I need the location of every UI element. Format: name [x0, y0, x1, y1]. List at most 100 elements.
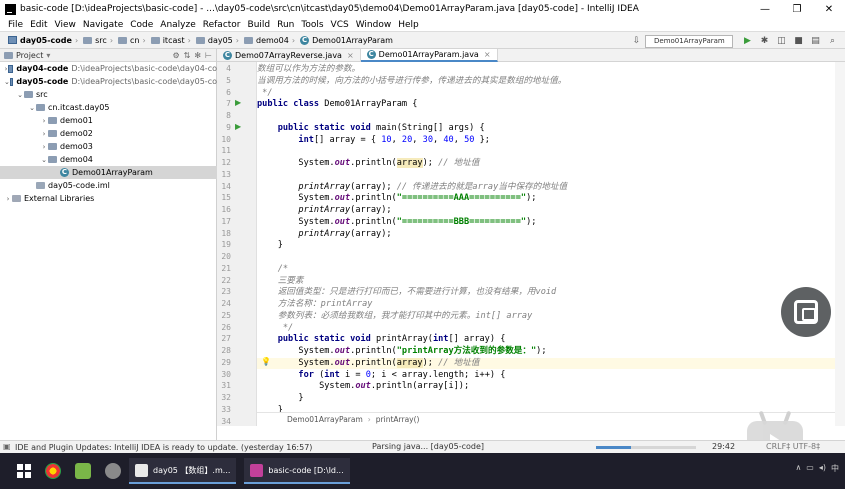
menu-item-refactor[interactable]: Refactor	[203, 20, 241, 30]
nav-crumb[interactable]: day05 ›	[195, 36, 242, 45]
tree-item[interactable]: › External Libraries	[0, 192, 217, 205]
tree-item[interactable]: › demo03	[0, 140, 217, 153]
tools-icon[interactable]	[105, 463, 121, 479]
search-everywhere-icon[interactable]: ⌕	[827, 36, 838, 47]
code-line[interactable]: 返回值类型：只是进行打印而已，不需要进行计算，也没有结果，用void	[257, 287, 557, 298]
editor-tab[interactable]: C Demo01ArrayParam.java ×	[360, 49, 498, 62]
windows-start-icon[interactable]	[17, 464, 31, 478]
build-hammer-icon[interactable]: ⇩	[631, 36, 642, 47]
project-structure-icon[interactable]: ▤	[810, 36, 821, 47]
code-line[interactable]: */	[257, 323, 293, 334]
caret-position[interactable]: 29:42	[712, 442, 735, 451]
intention-bulb-icon[interactable]: 💡	[261, 357, 271, 366]
menu-item-analyze[interactable]: Analyze	[160, 20, 195, 30]
status-toggle-icon[interactable]: ▣	[3, 442, 11, 451]
menu-item-view[interactable]: View	[55, 20, 76, 30]
collapse-icon[interactable]: ⇅	[184, 51, 191, 60]
tree-item[interactable]: day05-code.iml	[0, 179, 217, 192]
editor-tab[interactable]: C Demo07ArrayReverse.java ×	[217, 49, 361, 62]
chrome-icon[interactable]	[45, 463, 61, 479]
close-tab-icon[interactable]: ×	[347, 51, 354, 60]
code-line[interactable]: System.out.println(array); // 地址值	[257, 158, 479, 169]
nav-crumb[interactable]: day05-code ›	[8, 36, 81, 45]
menu-item-build[interactable]: Build	[248, 20, 271, 30]
minimize-button[interactable]: —	[749, 0, 781, 18]
code-line[interactable]: System.out.println(array[i]);	[257, 381, 469, 392]
chevron-down-icon[interactable]: ⌄	[28, 104, 36, 112]
code-line[interactable]: System.out.println("==========BBB=======…	[257, 217, 536, 228]
code-editor[interactable]: 4 5 6 7 ▶ 8 9 ▶ 10 11 12 13 14 15 16 17 18 19 20 21 22 23 24 25…	[217, 62, 845, 426]
coverage-icon[interactable]: ◫	[776, 36, 787, 47]
code-line[interactable]: 数组可以作为方法的参数。	[257, 64, 360, 75]
menu-item-code[interactable]: Code	[130, 20, 153, 30]
code-line[interactable]: int[] array = { 10, 20, 30, 40, 50 };	[257, 135, 490, 146]
chevron-right-icon[interactable]: ›	[40, 117, 48, 125]
chevron-right-icon[interactable]: ›	[40, 143, 48, 151]
file-encoding[interactable]: CRLF‡ UTF-8‡	[766, 442, 820, 451]
code-line[interactable]: public static void main(String[] args) {	[257, 123, 485, 134]
menu-item-navigate[interactable]: Navigate	[83, 20, 123, 30]
taskbar-task[interactable]: basic-code [D:\Id...	[244, 458, 350, 484]
tray-arrow-icon[interactable]: ∧	[795, 463, 801, 474]
tree-item[interactable]: ⌄ src	[0, 88, 217, 101]
nav-crumb[interactable]: demo04 ›	[243, 36, 298, 45]
chevron-right-icon[interactable]: ›	[4, 195, 12, 203]
code-line[interactable]: }	[257, 393, 303, 404]
breadcrumb-class[interactable]: Demo01ArrayParam	[287, 415, 363, 424]
tree-item[interactable]: ⌄ demo04	[0, 153, 217, 166]
run-gutter-icon[interactable]: ▶	[235, 98, 241, 107]
nav-crumb[interactable]: itcast ›	[150, 36, 194, 45]
debug-icon[interactable]: ✱	[759, 36, 770, 47]
run-icon[interactable]: ▶	[742, 36, 753, 47]
menu-item-run[interactable]: Run	[277, 20, 294, 30]
tree-item[interactable]: ⌄ cn.itcast.day05	[0, 101, 217, 114]
run-configuration-select[interactable]: Demo01ArrayParam	[645, 34, 733, 48]
notepad-icon[interactable]	[75, 463, 91, 479]
code-line[interactable]: public class Demo01ArrayParam {	[257, 99, 417, 110]
code-line[interactable]: 参数列表：必须给我数组，我才能打印其中的元素。int[] array	[257, 311, 533, 322]
code-line[interactable]: /*	[257, 264, 288, 275]
code-line[interactable]: printArray(array);	[257, 205, 391, 216]
code-line[interactable]: printArray(array);	[257, 229, 391, 240]
tree-item[interactable]: ⌄ day05-code D:\ideaProjects\basic-code\da…	[0, 75, 217, 88]
nav-crumb[interactable]: C Demo01ArrayParam	[300, 35, 393, 45]
code-line[interactable]: for (int i = 0; i < array.length; i++) {	[257, 370, 505, 381]
taskbar-task[interactable]: day05 【数组】.m...	[129, 458, 237, 484]
code-line[interactable]: 三要素	[257, 276, 304, 287]
menu-item-vcs[interactable]: VCS	[331, 20, 349, 30]
menu-item-help[interactable]: Help	[398, 20, 419, 30]
chevron-down-icon[interactable]: ⌄	[40, 156, 48, 164]
code-line[interactable]: 当调用方法的时候，向方法的小括号进行传参，传递进去的其实是数组的地址值。	[257, 76, 566, 87]
maximize-button[interactable]: ❐	[781, 0, 813, 18]
code-line[interactable]: System.out.println("==========AAA=======…	[257, 193, 536, 204]
volume-icon[interactable]: ◂)	[819, 463, 826, 474]
screen-capture-button[interactable]	[781, 287, 831, 337]
nav-crumb[interactable]: src ›	[83, 36, 116, 45]
ime-icon[interactable]: 中	[831, 463, 839, 474]
settings-icon[interactable]: ✻	[194, 51, 201, 60]
chevron-down-icon[interactable]: ▾	[46, 51, 50, 60]
code-line[interactable]: */	[257, 88, 272, 99]
code-line[interactable]: 方法名称：printArray	[257, 299, 373, 310]
code-line[interactable]: }	[257, 240, 283, 251]
hide-icon[interactable]: ⊢	[205, 51, 212, 60]
menu-item-window[interactable]: Window	[356, 20, 392, 30]
menu-item-file[interactable]: File	[8, 20, 23, 30]
code-line[interactable]: System.out.println(array); // 地址值	[257, 357, 845, 369]
code-line[interactable]: public static void printArray(int[] arra…	[257, 334, 506, 345]
close-button[interactable]: ✕	[813, 0, 845, 18]
network-icon[interactable]: ▭	[806, 463, 814, 474]
gear-icon[interactable]: ⚙	[172, 51, 179, 60]
run-gutter-icon[interactable]: ▶	[235, 122, 241, 131]
chevron-right-icon[interactable]: ›	[40, 130, 48, 138]
chevron-down-icon[interactable]: ⌄	[16, 91, 24, 99]
menu-item-tools[interactable]: Tools	[301, 20, 323, 30]
menu-item-edit[interactable]: Edit	[30, 20, 47, 30]
stop-icon[interactable]: ■	[793, 36, 804, 47]
code-line[interactable]: System.out.println("printArray方法收到的参数是："…	[257, 346, 546, 357]
tree-item[interactable]: › demo02	[0, 127, 217, 140]
tree-item[interactable]: › day04-code D:\ideaProjects\basic-code\da…	[0, 62, 217, 75]
close-tab-icon[interactable]: ×	[484, 50, 491, 59]
nav-crumb[interactable]: cn ›	[118, 36, 149, 45]
breadcrumb-method[interactable]: printArray()	[376, 415, 420, 424]
